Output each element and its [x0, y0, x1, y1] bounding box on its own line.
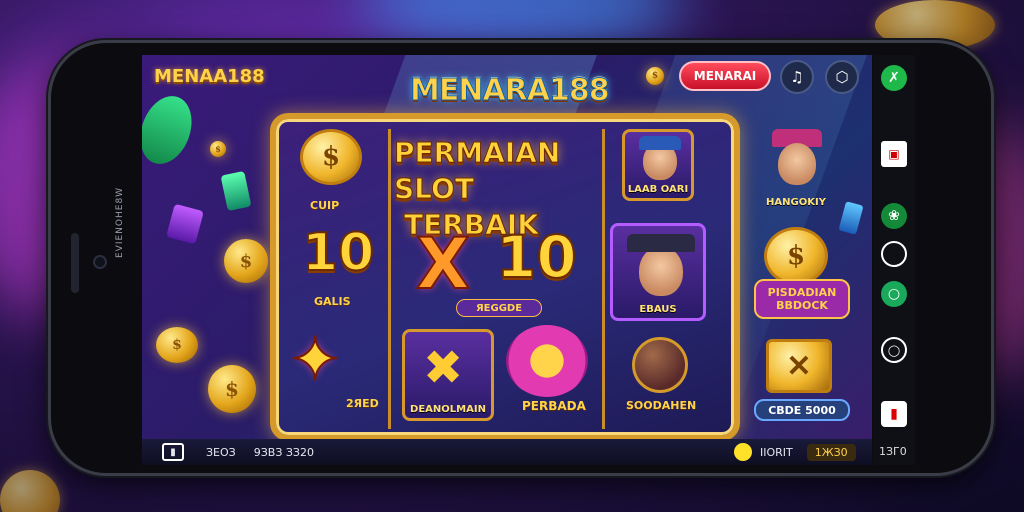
character-card-side[interactable]: HANGOKIY [758, 129, 834, 211]
dollar-coin-icon: $ [208, 365, 256, 413]
brand-logo: MENARA188 [410, 73, 611, 109]
reel-divider [388, 129, 391, 429]
brand-logo-small: MENAA188 [154, 66, 265, 87]
character-hat [639, 136, 681, 150]
phone-camera [93, 255, 107, 269]
bottom-bar: ▮ ЗЕОЗ 9ЗВЗ ЗЗ20 IIORIT 1ЖЗ0 [142, 439, 872, 465]
bottom-left-text-1: ЗЕОЗ [206, 445, 236, 459]
green-share-icon[interactable]: ✗ [881, 65, 907, 91]
phone-speaker [71, 233, 79, 293]
crate-icon: ✕ [766, 339, 832, 393]
top-bar: MENAA188 MENARA188 MENARAI ♫ ⬡ [142, 55, 872, 109]
reel-left-value: 10 [301, 222, 375, 284]
red-card-icon[interactable]: ▮ [881, 401, 907, 427]
gem-blue-icon [838, 201, 864, 235]
dollar-coin-icon: $ [156, 327, 198, 363]
character-face [639, 246, 683, 296]
dollar-coin-icon: $ [224, 239, 268, 283]
promo-line2: BBDOCK [776, 299, 828, 312]
character-side-label: HANGOKIY [766, 197, 826, 208]
game-screen: $ $ $ $ $ MENAA188 MENARA188 MENARAI ♫ ⬡… [142, 55, 872, 465]
dollar-coin-icon: $ [210, 141, 226, 157]
reel-center-pill: ЯЕGGDE [456, 299, 542, 317]
circle-icon[interactable] [881, 241, 907, 267]
character-hat [627, 234, 695, 252]
wand-icon: ✦ [289, 324, 341, 396]
dollar-coin-icon: $ [764, 227, 828, 285]
character-card-top[interactable]: LAAB OARI [622, 129, 694, 201]
phone-side-text: EVIENOHE8W [115, 186, 125, 258]
bell-icon: ✖ [423, 340, 464, 396]
amount-pill[interactable]: CBDE 5000 [754, 399, 850, 421]
hexagon-icon[interactable]: ⬡ [825, 60, 859, 94]
reel-center-x: X [415, 222, 471, 306]
ball-icon [632, 337, 688, 393]
promo-line1: PISDADIAN [767, 286, 837, 299]
gem-purple-icon [166, 203, 204, 245]
leaf-icon[interactable]: ❀ [881, 203, 907, 229]
reel-left-label: GALIS [314, 295, 351, 308]
flower-icon [506, 325, 588, 397]
notebook-icon[interactable]: ▣ [881, 141, 907, 167]
gem-teal-icon [220, 170, 252, 212]
gem-green-icon [142, 88, 201, 172]
slot-frame: PERMAIAN SLOT TERBAIK $ CUIP 10 GALIS ✦ … [270, 113, 740, 441]
music-note-icon[interactable]: ♫ [780, 60, 814, 94]
menu-button[interactable]: MENARAI [679, 61, 771, 91]
reel-left-bottom-label: 2ЯЕD [346, 397, 379, 410]
capsule-icon[interactable]: ○ [881, 281, 907, 307]
promo-box[interactable]: PISDADIAN BBDOCK [754, 279, 850, 319]
bg-coin-bottomleft [0, 470, 60, 512]
bottom-coin-value: 1ЖЗ0 [806, 443, 856, 461]
bell-label: DEANOLMAIN [410, 404, 486, 415]
bell-card[interactable]: ✖ DEANOLMAIN [402, 329, 494, 421]
coin-label: CUIP [310, 199, 340, 212]
gamepad-icon[interactable]: ◯ [881, 337, 907, 363]
bottom-right-value: 1ЗГ0 [879, 445, 907, 458]
character-card-bottom-label: SOODAHEN [626, 399, 697, 412]
banner-title-line1: PERMAIAN SLOT [394, 136, 561, 206]
gamepad-icon[interactable]: ▮ [162, 443, 184, 461]
bottom-left-text-2: 9ЗВЗ ЗЗ20 [253, 445, 314, 459]
right-rail: ✗ ▣ ❀ ○ ◯ ▮ 1ЗГ0 [873, 55, 915, 465]
character-card-middle-label: EBAUS [639, 304, 677, 315]
character-card-middle[interactable]: EBAUS [610, 223, 706, 321]
flower-label: PERBADA [522, 399, 586, 413]
character-face [778, 143, 816, 185]
dollar-coin-icon: $ [300, 129, 362, 185]
reel-center-value: 10 [495, 222, 578, 292]
coin-indicator-icon [733, 443, 752, 461]
bottom-coin-text: IIORIT [759, 445, 793, 459]
character-card-top-label: LAAB OARI [627, 184, 689, 195]
